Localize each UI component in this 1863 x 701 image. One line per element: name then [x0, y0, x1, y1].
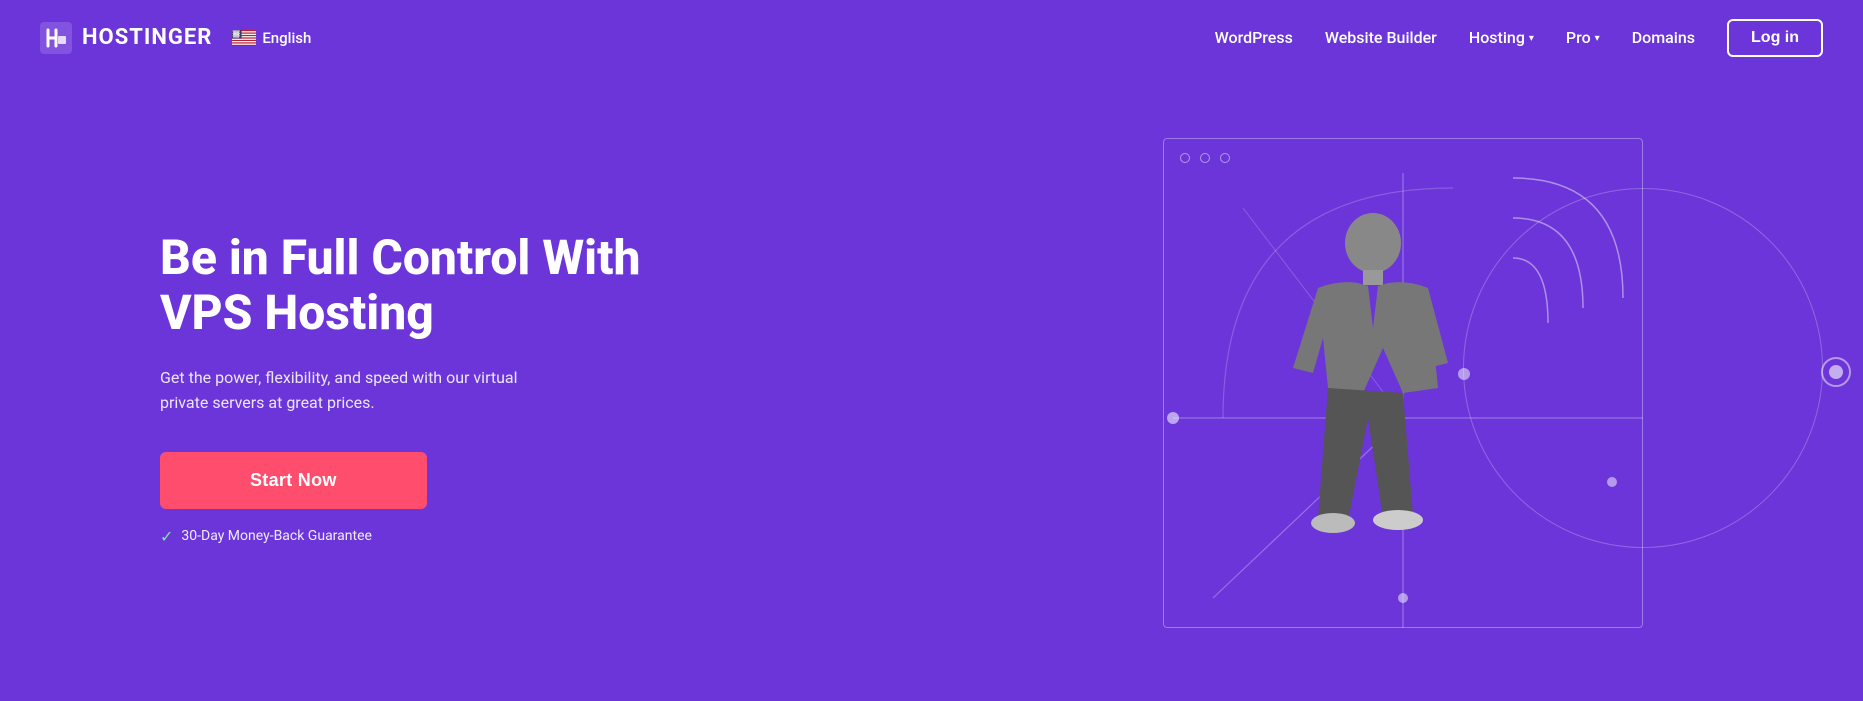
logo-text: HOSTINGER [82, 25, 212, 50]
nav-pro[interactable]: Pro ▾ [1566, 28, 1600, 47]
guarantee-text: ✓ 30-Day Money-Back Guarantee [160, 527, 641, 546]
check-icon: ✓ [160, 527, 173, 546]
logo-icon [40, 22, 72, 54]
hero-graphic [1163, 128, 1783, 648]
pro-chevron-icon: ▾ [1595, 33, 1600, 44]
navbar-nav: WordPress Website Builder Hosting ▾ Pro … [1215, 19, 1823, 57]
navbar: HOSTINGER [0, 0, 1863, 75]
hero-section: Be in Full Control WithVPS Hosting Get t… [0, 75, 1863, 701]
logo[interactable]: HOSTINGER [40, 22, 212, 54]
hero-subtitle: Get the power, flexibility, and speed wi… [160, 365, 520, 416]
hero-svg [1163, 128, 1783, 648]
lang-selector[interactable]: English [232, 29, 311, 47]
navbar-left: HOSTINGER [40, 22, 311, 54]
nav-website-builder[interactable]: Website Builder [1325, 28, 1437, 47]
nav-domains[interactable]: Domains [1632, 28, 1695, 47]
login-button[interactable]: Log in [1727, 19, 1823, 57]
hosting-chevron-icon: ▾ [1529, 33, 1534, 44]
start-now-button[interactable]: Start Now [160, 452, 427, 509]
nav-hosting[interactable]: Hosting ▾ [1469, 28, 1534, 47]
deco-circle-fill [1829, 365, 1843, 379]
flag-icon [232, 30, 256, 46]
lang-label: English [262, 29, 311, 47]
hero-content: Be in Full Control WithVPS Hosting Get t… [0, 230, 641, 546]
nav-wordpress[interactable]: WordPress [1215, 28, 1293, 47]
deco-circle-small [1821, 357, 1851, 387]
hero-title: Be in Full Control WithVPS Hosting [160, 230, 641, 340]
